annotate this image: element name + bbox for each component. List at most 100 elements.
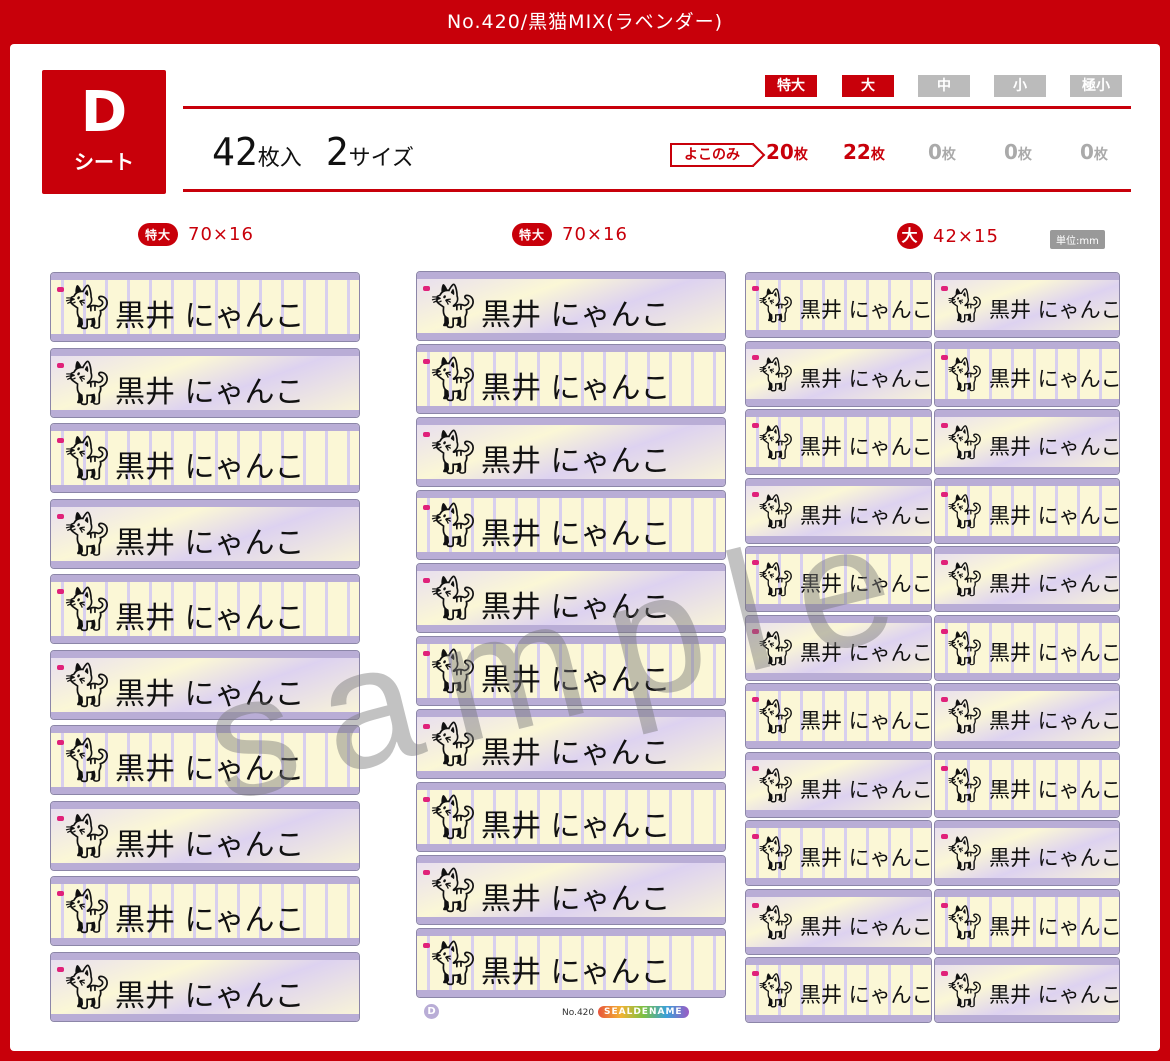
label-border-band	[51, 273, 359, 280]
pink-bow-icon	[57, 589, 64, 594]
count-unit: 枚	[793, 147, 808, 163]
label-border-band	[417, 491, 725, 498]
pink-bow-icon	[941, 765, 948, 771]
label-name-text: 黒井 にゃんこ	[115, 978, 305, 1014]
pink-bow-icon	[752, 286, 759, 291]
size-dimensions: 70×16	[188, 224, 254, 245]
name-label-sticker: 🐈︎ 黒井 にゃんこ	[745, 409, 932, 475]
label-border-band	[746, 341, 931, 349]
name-label-sticker: 🐈︎ 黒井 にゃんこ	[50, 951, 360, 1022]
black-cat-icon: 🐈︎	[943, 765, 987, 806]
size-dimensions: 70×16	[562, 224, 628, 245]
black-cat-icon: 🐈︎	[59, 282, 115, 333]
label-border-band	[935, 809, 1119, 817]
pink-bow-icon	[57, 891, 64, 896]
black-cat-icon: 🐈︎	[425, 865, 481, 916]
name-label-sticker: 🐈︎ 黒井 にゃんこ	[745, 751, 932, 818]
pink-bow-icon	[57, 740, 64, 745]
label-border-band	[51, 877, 359, 884]
pink-bow-icon	[941, 423, 948, 428]
size-tab-4: 極小	[1070, 75, 1122, 97]
pink-bow-icon	[752, 834, 759, 839]
pink-bow-icon	[423, 286, 430, 291]
label-border-band	[746, 273, 931, 280]
divider-top	[183, 106, 1131, 109]
pink-bow-icon	[941, 286, 948, 291]
black-cat-icon: 🐈︎	[943, 902, 987, 943]
column-header-1: 特大 70×16	[512, 223, 628, 246]
size-count-3: 0枚	[1004, 140, 1032, 164]
footer-number: No.420	[562, 1008, 595, 1018]
page-title: No.420/黒猫MIX(ラベンダー)	[446, 11, 724, 33]
size-badge: 特大	[512, 223, 553, 246]
sheet-word: シート	[74, 150, 134, 174]
label-border-band	[51, 334, 359, 341]
label-border-band	[935, 615, 1119, 623]
sheet-letter: D	[80, 80, 128, 145]
name-label-sticker: 🐈︎ 黒井 にゃんこ	[934, 957, 1120, 1023]
count-unit: 枚	[941, 147, 956, 163]
name-label-sticker: 🐈︎ 黒井 にゃんこ	[745, 340, 932, 407]
label-name-text: 黒井 にゃんこ	[800, 366, 932, 391]
name-label-sticker: 🐈︎ 黒井 にゃんこ	[50, 423, 360, 493]
label-border-band	[935, 821, 1119, 828]
name-label-sticker: 🐈︎ 黒井 にゃんこ	[50, 498, 360, 569]
pink-bow-icon	[423, 943, 430, 948]
black-cat-icon: 🐈︎	[425, 354, 481, 405]
label-border-band	[417, 479, 725, 486]
black-cat-icon: 🐈︎	[943, 286, 987, 326]
black-cat-icon: 🐈︎	[59, 886, 115, 937]
label-name-text: 黒井 にゃんこ	[481, 809, 671, 844]
label-border-band	[746, 752, 931, 760]
black-cat-icon: 🐈︎	[425, 938, 481, 989]
count-unit: 枚入	[257, 146, 302, 171]
label-border-band	[746, 946, 931, 954]
pink-bow-icon	[941, 697, 948, 702]
pink-bow-icon	[423, 359, 430, 364]
label-border-band	[51, 424, 359, 431]
label-border-band	[935, 410, 1119, 417]
pink-bow-icon	[752, 971, 759, 976]
name-label-sticker: 🐈︎ 黒井 にゃんこ	[416, 855, 726, 925]
count-unit: 枚	[870, 147, 885, 163]
label-name-text: 黒井 にゃんこ	[481, 298, 671, 333]
label-border-band	[417, 844, 725, 851]
pink-bow-icon	[752, 423, 759, 428]
label-name-text: 黒井 にゃんこ	[800, 846, 932, 870]
label-name-text: 黒井 にゃんこ	[800, 983, 932, 1007]
name-label-sticker: 🐈︎ 黒井 にゃんこ	[934, 683, 1120, 749]
size-badge: 特大	[138, 223, 179, 246]
name-label-sticker: 🐈︎ 黒井 にゃんこ	[745, 888, 932, 955]
name-label-sticker: 🐈︎ 黒井 にゃんこ	[934, 820, 1120, 886]
label-border-band	[51, 938, 359, 945]
label-name-text: 黒井 にゃんこ	[481, 371, 671, 406]
name-label-sticker: 🐈︎ 黒井 にゃんこ	[416, 782, 726, 852]
size-tab-3: 小	[994, 75, 1046, 97]
size-count-1: 22枚	[843, 140, 885, 164]
name-label-sticker: 🐈︎ 黒井 にゃんこ	[416, 417, 726, 487]
name-label-sticker: 🐈︎ 黒井 にゃんこ	[934, 477, 1120, 544]
black-cat-icon: 🐈︎	[943, 834, 987, 874]
pink-bow-icon	[423, 797, 430, 802]
label-border-band	[51, 575, 359, 582]
black-cat-icon: 🐈︎	[59, 810, 115, 862]
label-border-band	[746, 398, 931, 406]
count-unit: 枚	[1093, 147, 1108, 163]
label-name-text: 黒井 にゃんこ	[989, 572, 1120, 596]
size-count-0: 20枚	[766, 140, 808, 164]
label-border-band	[417, 406, 725, 413]
black-cat-icon: 🐈︎	[425, 500, 481, 551]
count-value: 0	[1004, 140, 1018, 164]
label-border-band	[746, 889, 931, 897]
label-border-band	[51, 952, 359, 960]
name-label-sticker: 🐈︎ 黒井 にゃんこ	[50, 347, 360, 418]
label-border-band	[935, 478, 1119, 486]
label-border-band	[746, 878, 931, 885]
pink-bow-icon	[423, 505, 430, 510]
label-border-band	[51, 499, 359, 507]
name-label-sticker: 🐈︎ 黒井 にゃんこ	[745, 272, 932, 338]
black-cat-icon: 🐈︎	[59, 659, 115, 711]
label-border-band	[746, 478, 931, 486]
count-number: 42	[212, 130, 258, 174]
label-border-band	[417, 856, 725, 863]
